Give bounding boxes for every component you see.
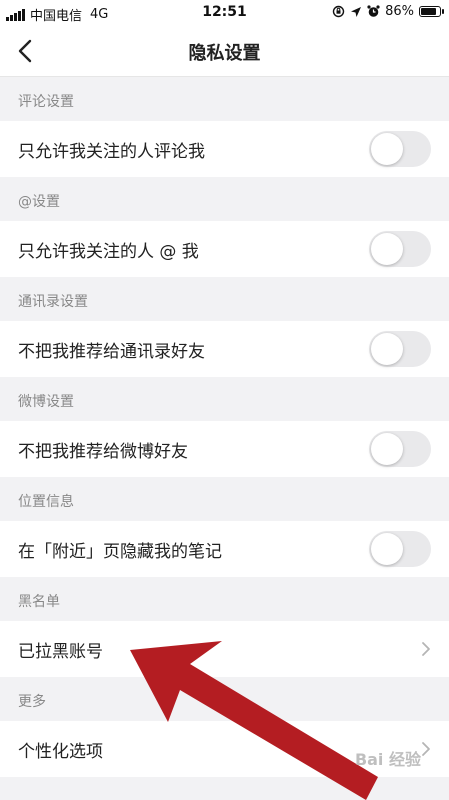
comments-toggle[interactable] (369, 131, 431, 167)
section-header-contacts: 通讯录设置 (18, 294, 88, 310)
setting-label: 不把我推荐给微博好友 (18, 441, 188, 462)
nav-bar: 隐私设置 (0, 26, 449, 77)
setting-label: 已拉黑账号 (18, 641, 103, 662)
setting-label: 不把我推荐给通讯录好友 (18, 341, 205, 362)
setting-row-comments[interactable]: 只允许我关注的人评论我 (0, 121, 449, 177)
section-header-comments: 评论设置 (18, 94, 74, 110)
watermark: Bai 经验 (354, 750, 421, 769)
battery-icon (419, 6, 444, 17)
toggle-knob (371, 533, 403, 565)
location-toggle[interactable] (369, 531, 431, 567)
weibo-toggle[interactable] (369, 431, 431, 467)
page-title: 隐私设置 (188, 43, 261, 64)
section-header-more: 更多 (18, 694, 46, 710)
toggle-knob (371, 333, 403, 365)
setting-row-contacts[interactable]: 不把我推荐给通讯录好友 (0, 321, 449, 377)
setting-row-mentions[interactable]: 只允许我关注的人 @ 我 (0, 221, 449, 277)
setting-row-location[interactable]: 在「附近」页隐藏我的笔记 (0, 521, 449, 577)
section-header-blacklist: 黑名单 (18, 594, 60, 610)
section-header-mentions: @设置 (18, 194, 60, 210)
settings-list: 评论设置 只允许我关注的人评论我 @设置 只允许我关注的人 @ 我 通讯录设置 … (0, 77, 449, 777)
location-icon (351, 6, 362, 17)
setting-label: 只允许我关注的人评论我 (18, 141, 205, 162)
setting-row-weibo[interactable]: 不把我推荐给微博好友 (0, 421, 449, 477)
section-header-weibo: 微博设置 (18, 394, 74, 410)
setting-label: 个性化选项 (18, 741, 103, 762)
chevron-right-icon (422, 742, 430, 756)
setting-label: 只允许我关注的人 @ 我 (18, 241, 199, 262)
section-header-location: 位置信息 (18, 494, 74, 510)
status-bar: 中国电信 4G 12:51 86% (0, 0, 449, 26)
toggle-knob (371, 133, 403, 165)
rotation-lock-icon (332, 5, 345, 18)
chevron-right-icon (422, 642, 430, 656)
mentions-toggle[interactable] (369, 231, 431, 267)
status-right: 86% (332, 4, 444, 19)
toggle-knob (371, 433, 403, 465)
setting-label: 在「附近」页隐藏我的笔记 (18, 541, 222, 562)
alarm-icon (367, 5, 380, 17)
contacts-toggle[interactable] (369, 331, 431, 367)
toggle-knob (371, 233, 403, 265)
setting-row-blocked-accounts[interactable]: 已拉黑账号 (0, 621, 449, 677)
battery-percent: 86% (385, 4, 414, 19)
